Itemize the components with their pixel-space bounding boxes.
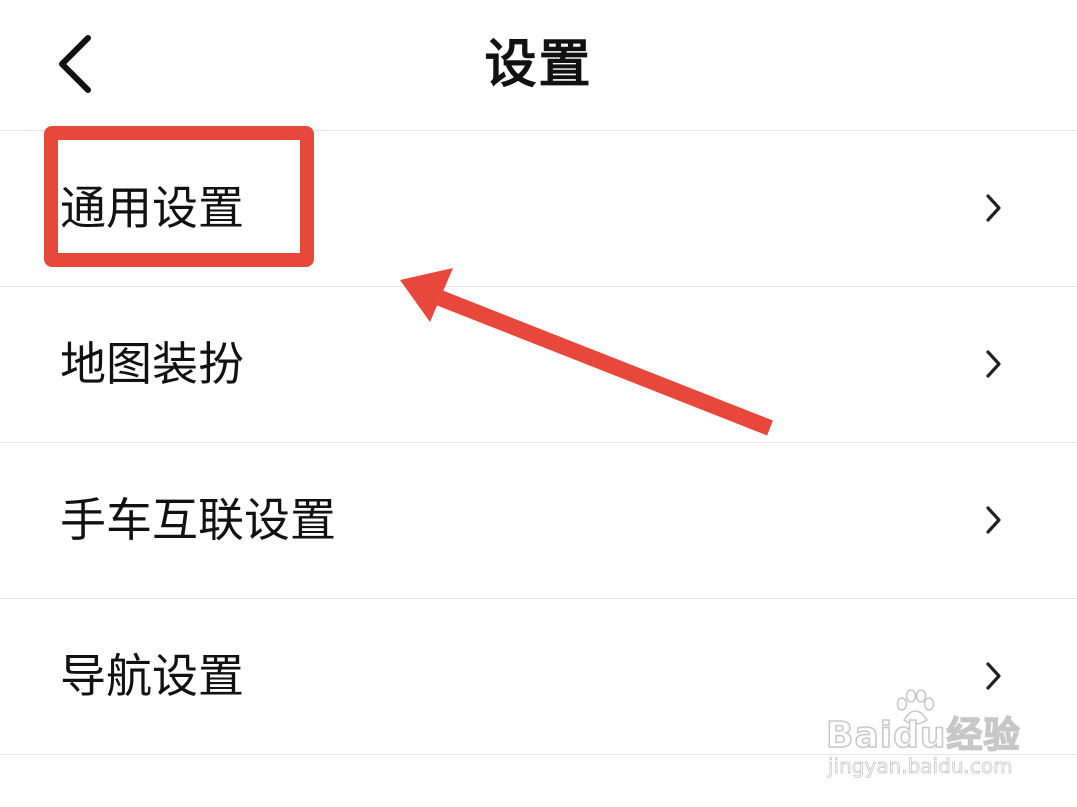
settings-item-label: 通用设置 — [60, 181, 244, 235]
chevron-right-icon — [985, 348, 1003, 380]
chevron-right-icon — [985, 660, 1003, 692]
settings-item-label: 手车互联设置 — [60, 493, 336, 547]
watermark-url: jingyan.baidu.com — [828, 754, 1013, 779]
settings-item-phone-car-link[interactable]: 手车互联设置 — [0, 443, 1077, 599]
settings-item-navigation[interactable]: 导航设置 — [0, 599, 1077, 755]
settings-list: 通用设置 地图装扮 手车互联设置 导航设置 — [0, 131, 1077, 755]
header-bar: 设置 — [0, 0, 1077, 131]
chevron-right-icon — [985, 192, 1003, 224]
settings-item-general[interactable]: 通用设置 — [0, 131, 1077, 287]
settings-item-map-skin[interactable]: 地图装扮 — [0, 287, 1077, 443]
page-title: 设置 — [484, 35, 593, 95]
chevron-right-icon — [985, 504, 1003, 536]
settings-item-label: 导航设置 — [60, 649, 244, 703]
settings-item-label: 地图装扮 — [60, 337, 244, 391]
